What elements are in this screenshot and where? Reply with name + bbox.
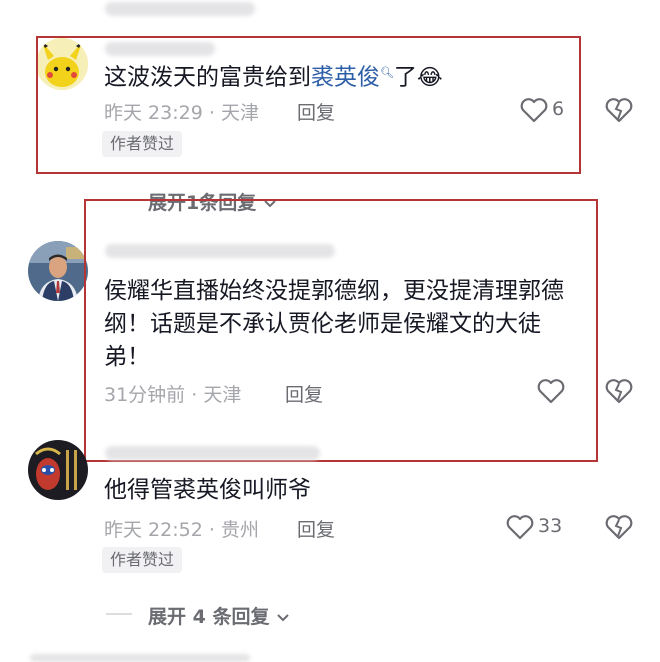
expand-replies-button[interactable]: 展开 4 条回复 xyxy=(148,602,290,629)
highlight-box xyxy=(36,36,581,174)
comment-text: 他得管裘英俊叫师爷 xyxy=(104,477,311,503)
avatar[interactable] xyxy=(28,440,88,500)
blurred-username xyxy=(105,446,320,460)
reply-button[interactable]: 回复 xyxy=(297,515,335,542)
chevron-down-icon xyxy=(277,613,289,621)
man-photo-avatar-icon xyxy=(28,241,88,301)
heart-icon[interactable] xyxy=(506,514,534,540)
highlight-box xyxy=(84,199,598,462)
dislike-icon[interactable] xyxy=(605,378,633,404)
dislike-icon[interactable] xyxy=(605,514,633,540)
blurred-top-name xyxy=(105,2,255,16)
blurred-bottom-row xyxy=(30,654,250,662)
like-count: 33 xyxy=(538,515,563,537)
opera-mask-avatar-icon xyxy=(28,440,88,500)
author-liked-badge: 作者赞过 xyxy=(102,547,183,573)
dislike-icon[interactable] xyxy=(605,97,633,123)
avatar[interactable] xyxy=(28,241,88,301)
divider xyxy=(106,613,132,615)
comment-meta: 昨天 22:52 · 贵州 xyxy=(104,519,259,541)
